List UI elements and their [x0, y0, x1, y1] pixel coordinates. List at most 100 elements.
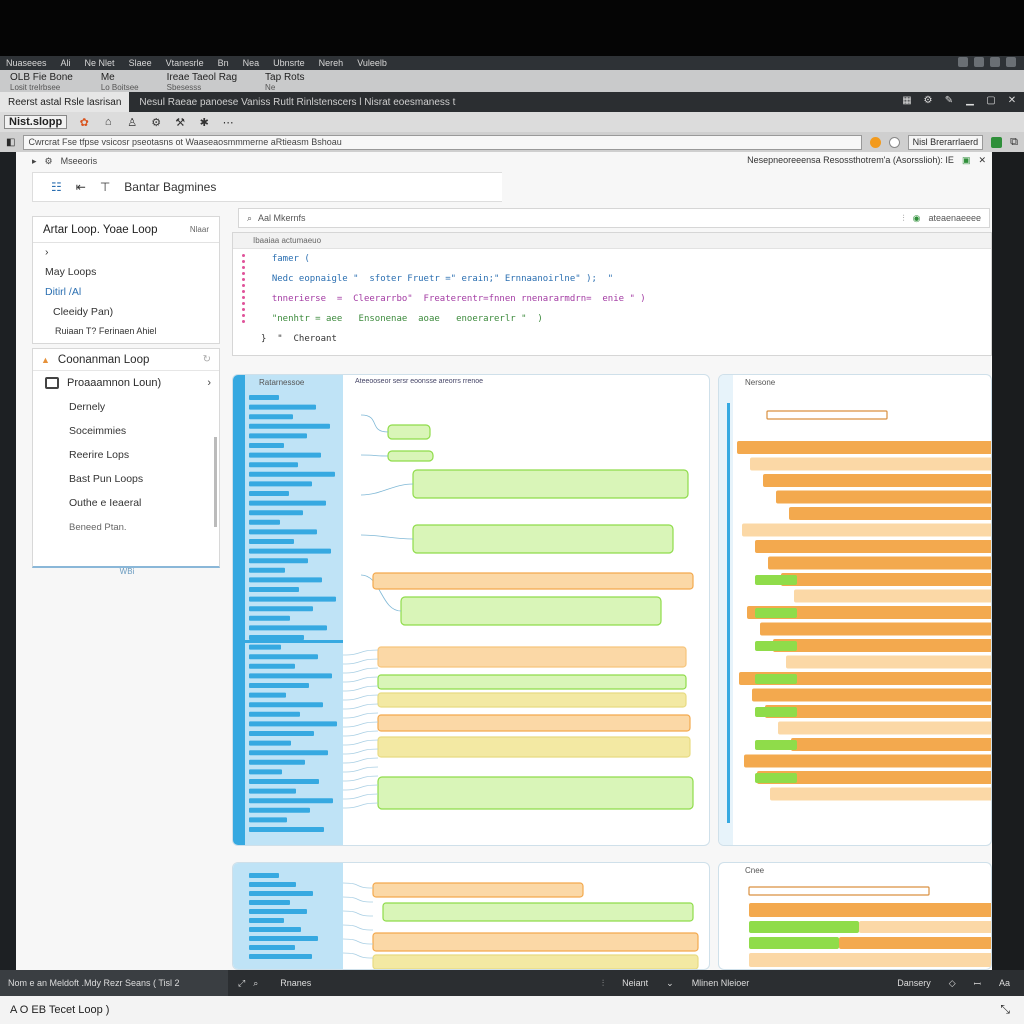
search-input[interactable]: Aal Mkernfs	[258, 213, 306, 223]
menubar-item[interactable]: Vtanesrle	[166, 58, 204, 68]
orange-bar	[789, 507, 991, 520]
tray-icon[interactable]	[974, 57, 984, 67]
list-item[interactable]: Ruiaan T? Ferinaen Ahiel	[33, 323, 219, 343]
menubar-item[interactable]: Vuleelb	[357, 58, 387, 68]
code-editor[interactable]: Ibaaiaa actumaeuo famer ( Nedc eopnaigle…	[232, 232, 992, 356]
tree-item[interactable]: Outhe e Ieaeral	[33, 491, 219, 515]
chevron-down-icon[interactable]: ⌄	[666, 978, 674, 989]
tree-item[interactable]: Beneed Ptan.	[33, 515, 219, 539]
menubar-item[interactable]: Ali	[61, 58, 71, 68]
refresh-icon[interactable]: ↻	[203, 354, 211, 365]
close-icon[interactable]: ✕	[1006, 94, 1018, 106]
tree-scrollbar[interactable]	[214, 437, 217, 527]
menubar-item[interactable]: Ne Nlet	[85, 58, 115, 68]
status-search[interactable]: ⤢ ⌕ Rnanes	[228, 978, 321, 989]
chevron-right-icon[interactable]: ›	[207, 377, 211, 389]
gear-icon[interactable]: ⚙	[149, 115, 163, 129]
extensions-icon[interactable]: ⧉	[1010, 136, 1018, 149]
taskbar-label[interactable]: A O EB Tecet Loop )	[10, 1004, 109, 1016]
menubar-item[interactable]: Nuaseees	[6, 58, 47, 68]
active-tab[interactable]: Reerst astal Rsle lasrisan	[0, 92, 130, 112]
user-icon[interactable]: ♙	[125, 115, 139, 129]
status-item[interactable]: Dansery	[897, 978, 931, 988]
blue-bar	[249, 510, 303, 516]
pin-icon[interactable]: ✎	[943, 94, 955, 106]
flow-visualization-panel[interactable]: Ratarnessoe Ateeooseor sersr eoonsse are…	[232, 374, 710, 846]
app-brand[interactable]: Nist.slopp	[4, 115, 68, 129]
menu-item[interactable]: Me Lo Boitsee	[101, 72, 139, 92]
maximize-icon[interactable]: ▢	[985, 94, 997, 106]
grid-icon[interactable]: ▦	[901, 94, 913, 106]
menu-item[interactable]: Tap Rots Ne	[265, 72, 304, 92]
profile-chip[interactable]: Nisl Brerarrlaerd	[907, 134, 984, 150]
sync-icon[interactable]: ◉	[913, 213, 921, 224]
home-icon[interactable]: ⌂	[101, 115, 115, 129]
sync-icon[interactable]	[991, 136, 1003, 148]
tray-icon[interactable]	[1006, 57, 1016, 67]
tag-icon[interactable]: ⊤	[100, 180, 110, 194]
secondary-flow-panel[interactable]	[232, 862, 710, 970]
tray-icon[interactable]	[958, 57, 968, 67]
tree-item[interactable]: Bast Pun Loops	[33, 467, 219, 491]
gear-icon[interactable]: ⚙	[45, 156, 53, 167]
search-icon[interactable]: ⌕	[253, 978, 258, 989]
flow-link	[342, 739, 379, 746]
status-item[interactable]: Mlinen Nleioer	[692, 978, 750, 988]
info-dot-icon	[888, 136, 900, 148]
blue-bar	[249, 606, 313, 612]
address-bar: ◧ Cwrcrat Fse tfpse vsicosr pseotasns ot…	[0, 132, 1024, 152]
diamond-icon[interactable]: ◇	[949, 978, 956, 989]
breadcrumb-item[interactable]: Mseeoris	[61, 156, 98, 166]
minimize-icon[interactable]: ▁	[964, 94, 976, 106]
resize-icon[interactable]: ⤡	[1000, 1002, 1010, 1017]
menubar-item[interactable]: Nea	[243, 58, 260, 68]
tree-item[interactable]: Soceimmies	[33, 419, 219, 443]
status-item[interactable]: Neiant	[622, 978, 648, 988]
tool-icon[interactable]: ⚒	[173, 115, 187, 129]
expand-icon[interactable]: ⤢	[238, 978, 245, 989]
menubar-item[interactable]: Bn	[218, 58, 229, 68]
back-icon[interactable]: ▸	[32, 156, 37, 167]
flow-link	[342, 924, 374, 931]
blue-lane	[719, 375, 733, 845]
tray-icon[interactable]	[990, 57, 1000, 67]
filter-icon[interactable]: ⫶	[902, 213, 904, 224]
menubar-item[interactable]: Slaee	[129, 58, 152, 68]
palette-icon[interactable]: ✿	[77, 115, 91, 129]
menubar-item[interactable]: Nereh	[319, 58, 344, 68]
collapse-icon[interactable]: ⇤	[76, 180, 86, 194]
orange-bar	[752, 688, 991, 702]
green-bar	[755, 641, 797, 651]
list-item[interactable]: Cleeidy Pan)	[33, 303, 219, 323]
list-item[interactable]: Ditirl /Al	[33, 283, 219, 303]
orange-bar	[859, 921, 991, 933]
tree-item[interactable]: Dernely	[33, 395, 219, 419]
more-icon[interactable]: ⋯	[221, 115, 235, 129]
lock-icon[interactable]: ▣	[962, 155, 971, 166]
list-item[interactable]: May Loops	[33, 263, 219, 283]
code-text[interactable]: famer ( Nedc eopnaigle " sfoter Fruetr =…	[261, 249, 646, 349]
url-field[interactable]: Cwrcrat Fse tfpse vsicosr pseotasns ot W…	[23, 134, 862, 150]
settings-icon[interactable]: ⚙	[922, 94, 934, 106]
star-icon[interactable]: ✱	[197, 115, 211, 129]
loops-panel-badge[interactable]: Nlaar	[190, 225, 209, 234]
search-bar[interactable]: ⌕ Aal Mkernfs ⫶ ◉ ateaenaeeee	[238, 208, 990, 228]
close-icon[interactable]: ✕	[978, 155, 986, 166]
list-icon[interactable]: ☷	[51, 180, 62, 194]
timeline-visualization-panel[interactable]: Nersone	[718, 374, 992, 846]
search-scope[interactable]: ateaenaeeee	[928, 213, 981, 223]
lock-icon[interactable]: ꟷ	[974, 977, 981, 990]
tree-folder[interactable]: Proaaamnon Loun) ›	[33, 371, 219, 395]
secondary-timeline-panel[interactable]: Cnee	[718, 862, 992, 970]
tree-item[interactable]: Reerire Lops	[33, 443, 219, 467]
list-item[interactable]: ›	[33, 243, 219, 263]
chart-icon[interactable]: ⫶	[602, 978, 604, 989]
menu-item[interactable]: OLB Fie Bone Losit trelrbsee	[10, 72, 73, 92]
top-black-band	[0, 0, 1024, 56]
blue-bar	[249, 721, 337, 727]
status-item[interactable]: Aa	[999, 978, 1010, 988]
menubar-item[interactable]: Ubnsrte	[273, 58, 305, 68]
orange-bar	[737, 441, 991, 454]
blue-edge	[727, 403, 730, 823]
menu-item[interactable]: Ireae Taeol Rag Sbesesss	[167, 72, 237, 92]
